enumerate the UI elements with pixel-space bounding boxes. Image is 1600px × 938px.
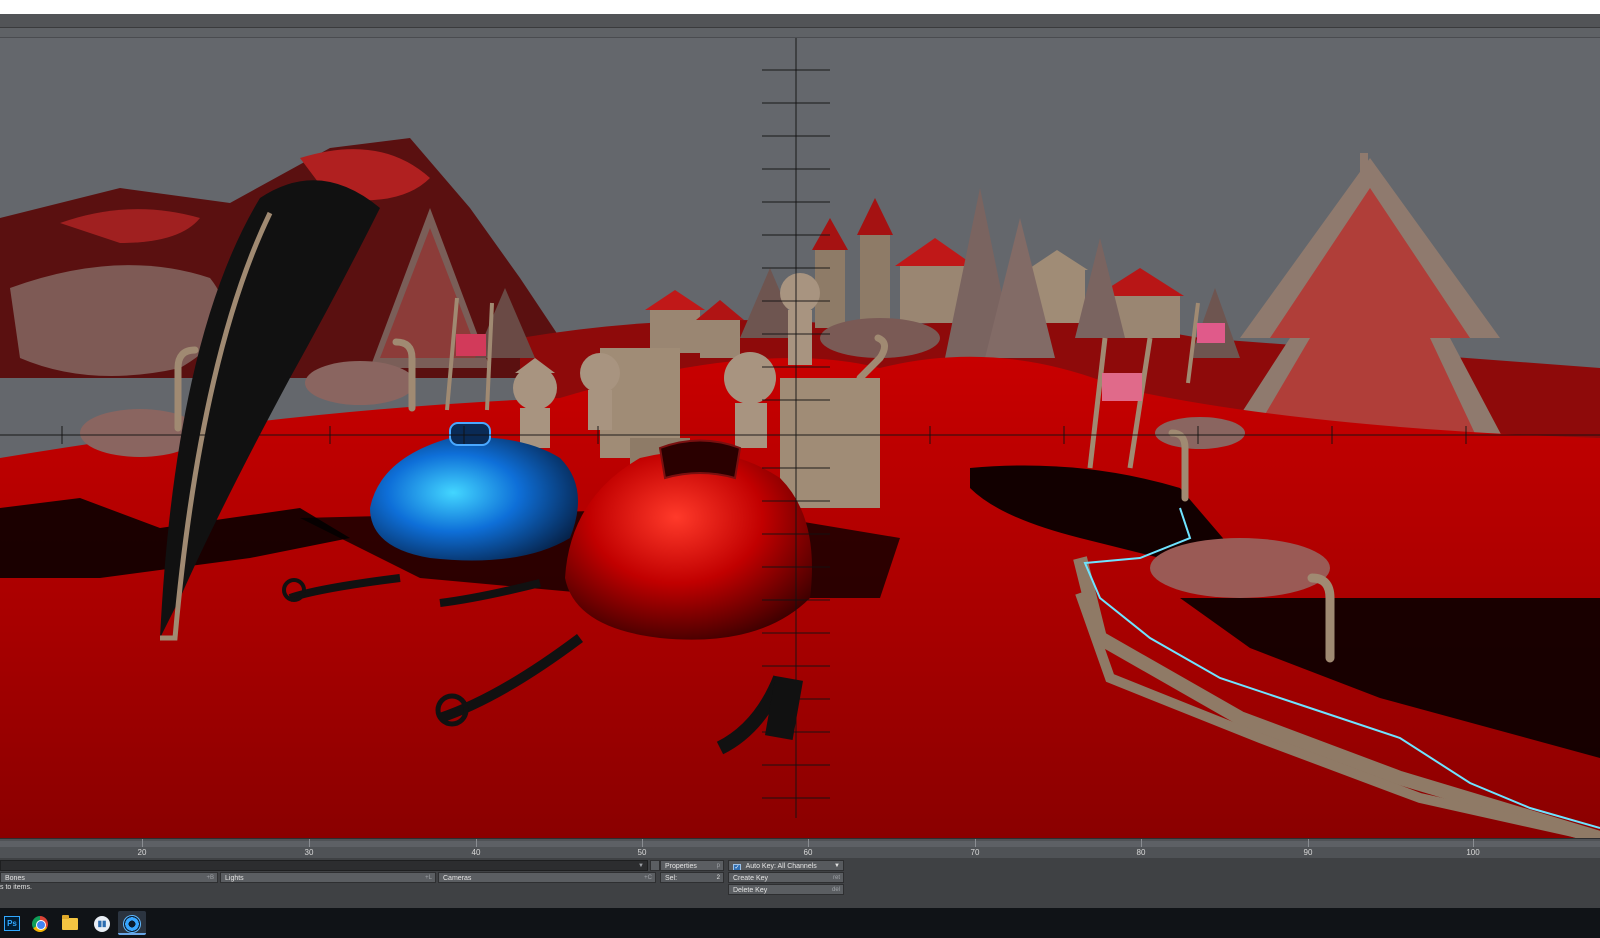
delete-key-button[interactable]: Delete Key del [728,884,844,895]
cameras-label: Cameras [443,875,472,882]
timeline-tick [975,839,976,847]
status-message: s to items. [0,884,32,891]
delete-key-label: Delete Key [733,887,768,894]
lights-button[interactable]: Lights +L [220,872,436,883]
bones-shortcut: +B [206,875,214,881]
viewport-header [0,28,1600,38]
timeline-tick [1473,839,1474,847]
create-key-button[interactable]: Create Key ret [728,872,844,883]
timeline-track[interactable] [0,841,1600,847]
delete-key-shortcut: del [831,887,840,893]
timeline-tick [1308,839,1309,847]
bones-button[interactable]: Bones +B [0,872,218,883]
timeline-tick [642,839,643,847]
taskbar: Ps ▮▮ [0,908,1600,938]
lightwave-taskbar-button[interactable] [118,911,146,935]
photoshop-taskbar-button[interactable]: Ps [0,911,28,935]
timeline[interactable]: 20 30 40 50 60 70 80 90 100 [0,838,1600,858]
window-top-edge [0,0,1600,14]
selection-count: Sel: 2 [660,872,724,883]
cameras-button[interactable]: Cameras +C [438,872,656,883]
timeline-tick-label: 20 [137,848,147,857]
chevron-down-icon: ▼ [638,863,644,869]
lights-label: Lights [225,875,244,882]
properties-label: Properties [665,863,697,870]
bottom-control-panel: ▼ Bones +B Lights +L Cameras +C Properti… [0,858,1600,908]
mountain-left-snow [10,265,225,376]
folder-icon [62,915,78,930]
media-player-taskbar-button[interactable]: ▮▮ [88,911,116,935]
lightwave-icon [123,915,141,933]
timeline-tick [309,839,310,847]
check-icon[interactable]: ✓ [733,864,741,870]
auto-key-label: Auto Key: All Channels [745,863,817,870]
window-title-bar [0,14,1600,28]
timeline-tick-label: 70 [970,848,980,857]
create-key-label: Create Key [733,875,769,882]
sel-value: 2 [716,875,720,881]
chevron-down-icon: ▼ [834,863,840,869]
bones-label: Bones [5,875,25,882]
file-explorer-taskbar-button[interactable] [56,911,84,935]
timeline-tick-label: 50 [637,848,647,857]
timeline-tick-label: 60 [803,848,813,857]
timeline-tick [142,839,143,847]
timeline-tick-label: 90 [1303,848,1313,857]
current-item-dropdown[interactable]: ▼ [0,860,648,871]
photoshop-icon: Ps [4,916,20,931]
properties-shortcut: p [716,863,720,869]
cameras-shortcut: +C [644,875,652,881]
timeline-tick [476,839,477,847]
timeline-tick [1141,839,1142,847]
scene-render[interactable] [0,38,1600,838]
timeline-tick-label: 80 [1136,848,1146,857]
sel-label: Sel: [665,875,678,882]
chrome-taskbar-button[interactable] [26,911,54,935]
application-window: 20 30 40 50 60 70 80 90 100 ▼ Bones +B L… [0,0,1600,938]
timeline-tick-label: 30 [304,848,314,857]
properties-button[interactable]: Properties p [660,860,724,871]
create-key-shortcut: ret [832,875,840,881]
3d-viewport[interactable] [0,38,1600,838]
media-player-icon: ▮▮ [94,916,110,932]
lights-shortcut: +L [425,875,432,881]
timeline-tick-label: 40 [471,848,481,857]
chrome-icon [32,916,48,932]
timeline-tick [808,839,809,847]
auto-key-dropdown[interactable]: ✓ Auto Key: All Channels ▼ [728,860,844,871]
timeline-tick-label: 100 [1466,848,1480,857]
panel-toggle-button[interactable] [650,860,660,871]
